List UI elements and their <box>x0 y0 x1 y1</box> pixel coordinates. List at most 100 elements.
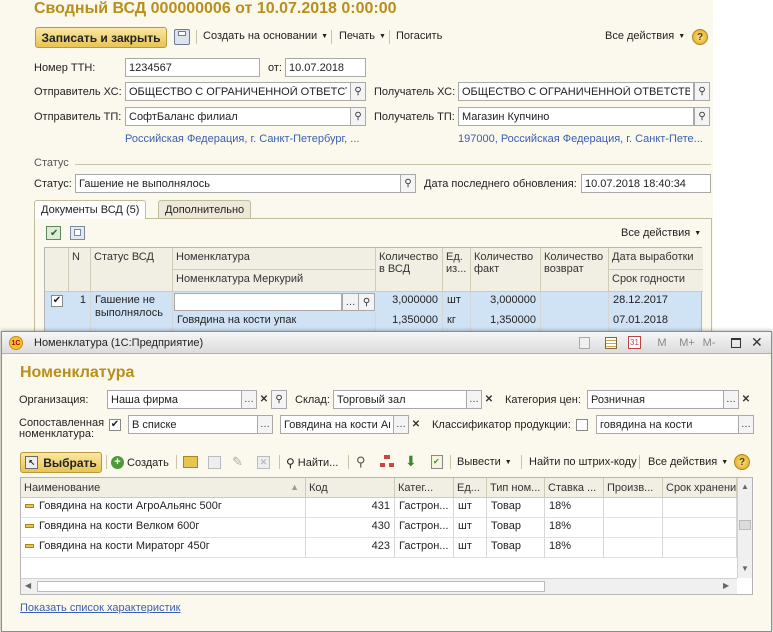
maximize-icon[interactable] <box>731 338 741 348</box>
hierarchy-icon[interactable] <box>380 455 394 468</box>
grid-header-n[interactable]: N <box>69 248 91 292</box>
scroll-right-icon[interactable]: ▶ <box>723 581 729 590</box>
edit-icon[interactable]: ✎ <box>232 454 243 470</box>
save-icon[interactable] <box>174 29 190 45</box>
cancel-search-icon[interactable]: ⚲ <box>356 454 366 470</box>
calendar-icon[interactable]: 31 <box>628 336 641 349</box>
table-row[interactable]: Говядина на кости Велком 600г 430 Гастро… <box>21 518 737 538</box>
grid-all-actions-button[interactable]: Все действия ▼ <box>621 227 701 239</box>
column-header-manufacturer[interactable]: Произв... <box>604 478 663 498</box>
column-header-type[interactable]: Тип ном... <box>487 478 545 498</box>
scroll-down-icon[interactable]: ▼ <box>741 564 749 573</box>
check-all-icon[interactable]: ✔ <box>46 226 61 240</box>
help-icon[interactable]: ? <box>734 454 750 470</box>
sender-hs-input[interactable]: ОБЩЕСТВО С ОГРАНИЧЕННОЙ ОТВЕТСТВЕН <box>125 82 351 101</box>
scroll-left-icon[interactable]: ◀ <box>25 581 31 590</box>
last-update-input[interactable]: 10.07.2018 18:40:34 <box>581 174 711 193</box>
grid-header-qty-fact[interactable]: Количество факт <box>471 248 541 292</box>
clear-icon[interactable]: ✕ <box>256 390 272 409</box>
classifier-checkbox[interactable] <box>576 419 588 431</box>
search-icon[interactable]: ⚲ <box>694 107 710 126</box>
memory-minus-button[interactable]: M- <box>700 337 718 349</box>
vertical-scrollbar[interactable]: ▲ ▼ <box>737 478 752 578</box>
delete-icon[interactable]: ✕ <box>257 456 270 469</box>
warehouse-input[interactable]: Торговый зал <box>333 390 467 409</box>
grid-header-qty-return[interactable]: Количество возврат <box>541 248 609 292</box>
grid-header-nomenclature[interactable]: Номенклатура <box>173 248 376 270</box>
ellipsis-icon[interactable]: … <box>723 390 739 409</box>
copy-item-icon[interactable] <box>208 456 221 469</box>
output-button[interactable]: Вывести ▼ <box>457 456 512 468</box>
memory-button[interactable]: M <box>656 337 668 349</box>
receiver-address-link[interactable]: 197000, Российская Федерация, г. Санкт-П… <box>458 133 703 145</box>
select-button[interactable]: ↖ Выбрать <box>20 452 102 473</box>
dialog-all-actions-button[interactable]: Все действия ▼ <box>648 456 728 468</box>
column-header-rate[interactable]: Ставка ... <box>545 478 604 498</box>
ellipsis-icon[interactable]: … <box>241 390 257 409</box>
column-header-unit[interactable]: Ед... <box>454 478 487 498</box>
column-header-category[interactable]: Катег... <box>395 478 454 498</box>
scroll-up-icon[interactable]: ▲ <box>741 482 749 491</box>
status-input[interactable]: Гашение не выполнялось <box>75 174 401 193</box>
ellipsis-icon[interactable]: … <box>393 415 409 434</box>
scroll-thumb[interactable] <box>739 520 751 530</box>
column-header-name[interactable]: Наименование ▲ <box>21 478 306 498</box>
grid-header-nomenclature-mercury[interactable]: Номенклатура Меркурий <box>173 270 376 292</box>
table-row[interactable]: Говядина на кости АгроАльянс 500г 431 Га… <box>21 498 737 518</box>
memory-plus-button[interactable]: M+ <box>678 337 696 349</box>
sender-tp-input[interactable]: СофтБаланс филиал <box>125 107 351 126</box>
search-icon[interactable]: ⚲ <box>400 174 416 193</box>
receiver-hs-input[interactable]: ОБЩЕСТВО С ОГРАНИЧЕННОЙ ОТВЕТСТВЕН <box>458 82 694 101</box>
create-button[interactable]: + Создать <box>111 456 169 469</box>
ellipsis-icon[interactable]: … <box>466 390 482 409</box>
all-actions-button[interactable]: Все действия ▼ <box>605 30 685 42</box>
table-row[interactable]: Говядина на кости Мираторг 450г 423 Гаст… <box>21 538 737 558</box>
ellipsis-icon[interactable]: … <box>342 293 359 311</box>
sender-address-link[interactable]: Российская Федерация, г. Санкт-Петербург… <box>125 133 359 145</box>
column-header-shelf-life[interactable]: Срок хранения <box>663 478 737 498</box>
download-icon[interactable]: ⬇ <box>405 453 417 470</box>
save-and-close-button[interactable]: Записать и закрыть <box>35 27 167 48</box>
tab-vsd-documents[interactable]: Документы ВСД (5) <box>34 200 147 219</box>
row-checkbox[interactable]: ✔ <box>51 295 63 307</box>
mapped-condition-input[interactable]: В списке <box>128 415 258 434</box>
grid-header-status[interactable]: Статус ВСД <box>91 248 173 292</box>
ttn-input[interactable]: 1234567 <box>125 58 260 77</box>
hscroll-thumb[interactable] <box>37 581 545 592</box>
search-icon[interactable]: ⚲ <box>350 107 366 126</box>
grid-header-qty-vsd[interactable]: Количество в ВСД <box>376 248 443 292</box>
calculator-icon[interactable] <box>605 337 617 349</box>
clear-icon[interactable]: ✕ <box>481 390 497 409</box>
classifier-input[interactable]: говядина на кости <box>596 415 739 434</box>
clear-icon[interactable]: ✕ <box>408 415 424 434</box>
horizontal-scrollbar[interactable]: ◀ ▶ <box>21 578 737 594</box>
organization-input[interactable]: Наша фирма <box>107 390 242 409</box>
search-icon[interactable]: ⚲ <box>358 293 375 311</box>
grid-header-shelf-life[interactable]: Срок годности <box>609 270 703 292</box>
mapped-value-input[interactable]: Говядина на кости Аг <box>280 415 394 434</box>
search-icon[interactable]: ⚲ <box>694 82 710 101</box>
search-icon[interactable]: ⚲ <box>350 82 366 101</box>
search-icon[interactable]: ⚲ <box>271 390 287 409</box>
cancel-vsd-button[interactable]: Погасить <box>396 30 442 42</box>
grid-header-production-date[interactable]: Дата выработки <box>609 248 703 270</box>
create-based-on-button[interactable]: Создать на основании ▼ <box>203 30 328 42</box>
help-icon[interactable]: ? <box>692 29 708 45</box>
document-icon[interactable] <box>579 337 590 349</box>
add-folder-icon[interactable] <box>183 456 198 468</box>
tab-additional[interactable]: Дополнительно <box>158 200 252 218</box>
show-characteristics-link[interactable]: Показать список характеристик <box>20 602 180 614</box>
clear-icon[interactable]: ✕ <box>738 390 754 409</box>
close-icon[interactable]: ✕ <box>751 334 763 351</box>
receiver-tp-input[interactable]: Магазин Купчино <box>458 107 694 126</box>
ellipsis-icon[interactable]: … <box>738 415 754 434</box>
clipboard-check-icon[interactable]: ✔ <box>431 455 443 469</box>
row-nomenclature-input[interactable] <box>174 293 342 311</box>
find-button[interactable]: ⚲ Найти... <box>286 456 338 470</box>
date-input[interactable]: 10.07.2018 <box>285 58 366 77</box>
price-category-input[interactable]: Розничная <box>587 390 724 409</box>
mapped-checkbox[interactable]: ✔ <box>109 419 121 431</box>
print-button[interactable]: Печать ▼ <box>339 30 386 42</box>
find-by-barcode-button[interactable]: Найти по штрих-коду <box>529 456 637 468</box>
copy-icon[interactable] <box>70 226 85 240</box>
